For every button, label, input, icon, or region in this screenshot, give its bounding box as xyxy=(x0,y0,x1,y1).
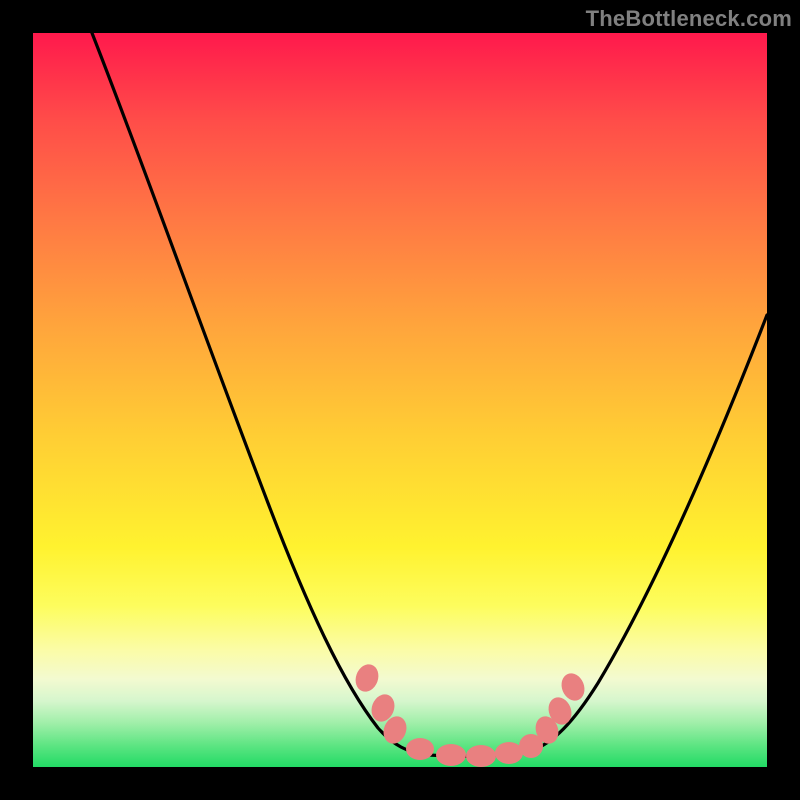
bottleneck-curve xyxy=(92,33,767,756)
watermark-text: TheBottleneck.com xyxy=(586,6,792,32)
chart-frame: TheBottleneck.com xyxy=(0,0,800,800)
chart-svg xyxy=(33,33,767,767)
minimum-marker-dots xyxy=(352,661,589,767)
